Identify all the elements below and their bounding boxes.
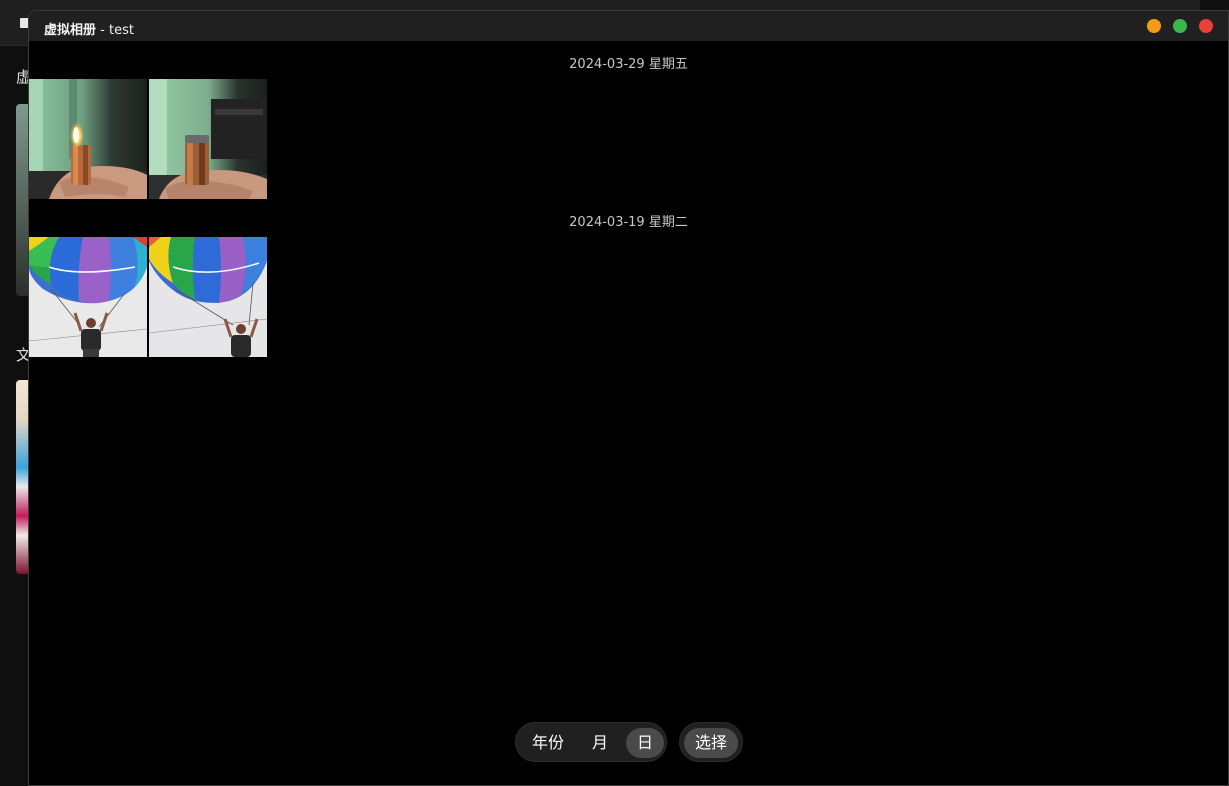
photo-thumbnail[interactable] <box>29 237 147 357</box>
maximize-button[interactable] <box>1173 19 1187 33</box>
lighter-lit-image <box>29 79 147 199</box>
album-window: 虚拟相册 - test 2024-03-29 星期五 2024-03-19 星期… <box>28 10 1229 786</box>
parasail-image <box>29 237 147 357</box>
view-mode-switcher: 年份 月 日 <box>515 722 667 762</box>
photo-thumbnail[interactable] <box>149 237 267 357</box>
select-pill: 选择 <box>679 722 743 762</box>
view-year-button[interactable]: 年份 <box>526 728 570 758</box>
date-header: 2024-03-29 星期五 <box>569 57 688 72</box>
lighter-unlit-image <box>149 79 267 199</box>
titlebar[interactable]: 虚拟相册 - test <box>29 11 1228 41</box>
date-header: 2024-03-19 星期二 <box>569 215 688 230</box>
photo-thumbnail[interactable] <box>149 79 267 199</box>
select-button[interactable]: 选择 <box>684 728 738 758</box>
parasail-image <box>149 237 267 357</box>
photo-thumbnail[interactable] <box>29 79 147 199</box>
window-title: 虚拟相册 - test <box>44 23 134 38</box>
minimize-button[interactable] <box>1147 19 1161 33</box>
view-day-button[interactable]: 日 <box>626 728 664 758</box>
close-button[interactable] <box>1199 19 1213 33</box>
view-month-button[interactable]: 月 <box>580 728 620 758</box>
